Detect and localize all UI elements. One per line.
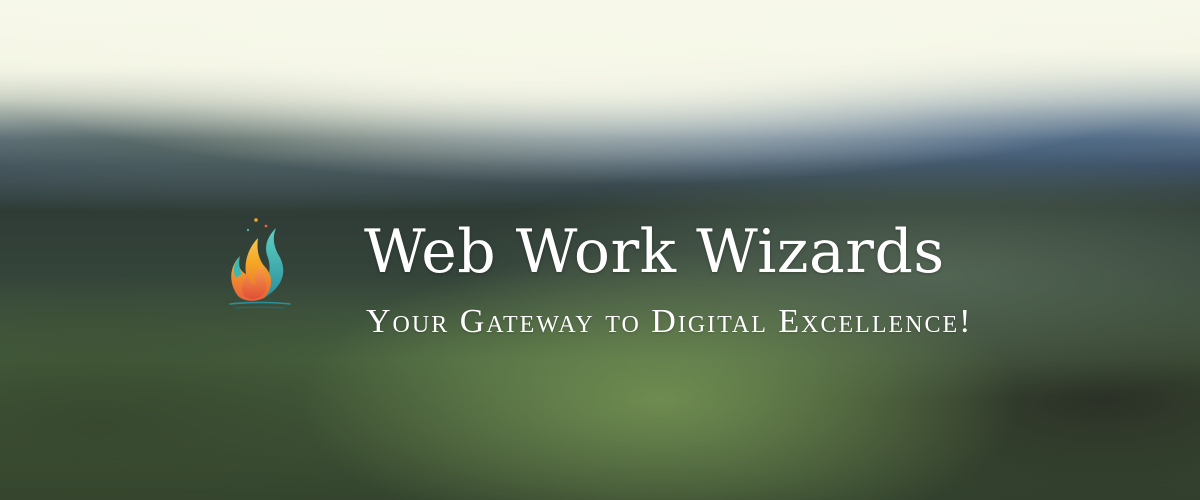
flame-icon — [229, 218, 291, 309]
sky-fog — [0, 0, 1200, 140]
site-title: Web Work Wizards — [364, 217, 945, 287]
site-tagline: Your Gateway to Digital Excellence! — [366, 303, 973, 340]
hero-banner: Web Work Wizards Your Gateway to Digital… — [0, 0, 1200, 500]
